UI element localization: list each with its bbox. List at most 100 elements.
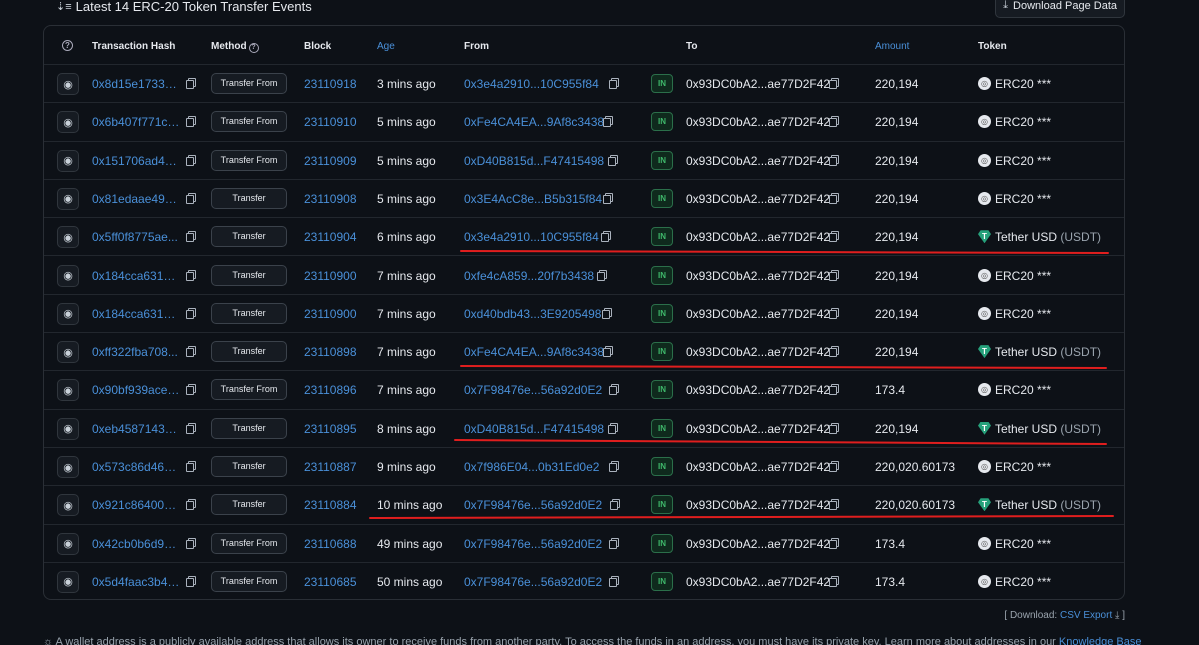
token-link[interactable]: ERC20 *** [995, 154, 1051, 168]
tx-hash-link[interactable]: 0x921c86400c... [92, 498, 180, 512]
copy-to-icon[interactable] [829, 116, 839, 128]
preview-eye-icon[interactable]: ◉ [57, 341, 79, 364]
copy-hash-icon[interactable] [186, 575, 196, 587]
copy-from-icon[interactable] [603, 346, 613, 358]
preview-eye-icon[interactable]: ◉ [57, 187, 79, 210]
copy-hash-icon[interactable] [186, 499, 196, 511]
copy-to-icon[interactable] [829, 537, 839, 549]
copy-to-icon[interactable] [829, 346, 839, 358]
tx-hash-link[interactable]: 0x184cca631a... [92, 269, 180, 283]
help-icon[interactable]: ? [62, 40, 73, 51]
preview-eye-icon[interactable]: ◉ [57, 417, 79, 440]
copy-to-icon[interactable] [829, 575, 839, 587]
copy-from-icon[interactable] [608, 154, 618, 166]
from-address-link[interactable]: 0x7f986E04...0b31Ed0e2 [464, 460, 599, 474]
copy-to-icon[interactable] [829, 384, 839, 396]
copy-to-icon[interactable] [829, 269, 839, 281]
csv-export-link[interactable]: CSV Export [1060, 610, 1112, 621]
block-link[interactable]: 23110884 [304, 498, 357, 512]
copy-hash-icon[interactable] [186, 231, 196, 243]
block-link[interactable]: 23110904 [304, 230, 357, 244]
copy-hash-icon[interactable] [186, 384, 196, 396]
copy-to-icon[interactable] [829, 192, 839, 204]
copy-from-icon[interactable] [609, 461, 619, 472]
token-link[interactable]: Tether USD (USDT) [995, 345, 1101, 359]
tx-hash-link[interactable]: 0x90bf939acef... [92, 383, 180, 397]
copy-to-icon[interactable] [829, 78, 839, 89]
block-link[interactable]: 23110909 [304, 154, 357, 168]
preview-eye-icon[interactable]: ◉ [57, 73, 79, 95]
tx-hash-link[interactable]: 0xff322fba708... [92, 345, 180, 359]
copy-hash-icon[interactable] [186, 307, 196, 319]
preview-eye-icon[interactable]: ◉ [57, 532, 79, 555]
copy-to-icon[interactable] [829, 154, 839, 166]
tx-hash-link[interactable]: 0x81edaae492... [92, 192, 180, 206]
copy-hash-icon[interactable] [186, 116, 196, 128]
copy-to-icon[interactable] [829, 422, 839, 434]
copy-from-icon[interactable] [601, 231, 611, 243]
block-link[interactable]: 23110918 [304, 77, 357, 91]
copy-to-icon[interactable] [829, 461, 839, 472]
copy-from-icon[interactable] [608, 422, 618, 434]
knowledge-base-link[interactable]: Knowledge Base [1059, 636, 1142, 645]
tx-hash-link[interactable]: 0x5ff0f8775ae... [92, 230, 180, 244]
from-address-link[interactable]: 0x3e4a2910...10C955f84 [464, 230, 599, 244]
preview-eye-icon[interactable]: ◉ [57, 379, 79, 402]
token-link[interactable]: ERC20 *** [995, 115, 1051, 129]
tx-hash-link[interactable]: 0x151706ad4c... [92, 154, 180, 168]
token-link[interactable]: ERC20 *** [995, 192, 1051, 206]
copy-from-icon[interactable] [602, 307, 612, 319]
block-link[interactable]: 23110685 [304, 575, 357, 589]
from-address-link[interactable]: 0xFe4CA4EA...9Af8c3438 [464, 115, 604, 129]
copy-hash-icon[interactable] [186, 269, 196, 281]
copy-to-icon[interactable] [829, 307, 839, 319]
from-address-link[interactable]: 0xD40B815d...F47415498 [464, 422, 604, 436]
block-link[interactable]: 23110900 [304, 307, 357, 321]
tx-hash-link[interactable]: 0x42cb0b6d96... [92, 537, 180, 551]
preview-eye-icon[interactable]: ◉ [57, 111, 79, 134]
tx-hash-link[interactable]: 0x184cca631a... [92, 307, 180, 321]
from-address-link[interactable]: 0x7F98476e...56a92d0E2 [464, 498, 602, 512]
block-link[interactable]: 23110910 [304, 115, 357, 129]
preview-eye-icon[interactable]: ◉ [57, 226, 79, 249]
from-address-link[interactable]: 0x7F98476e...56a92d0E2 [464, 537, 602, 551]
tx-hash-link[interactable]: 0x573c86d464f... [92, 460, 180, 474]
from-address-link[interactable]: 0xD40B815d...F47415498 [464, 154, 604, 168]
copy-hash-icon[interactable] [186, 346, 196, 358]
preview-eye-icon[interactable]: ◉ [57, 570, 79, 593]
token-link[interactable]: ERC20 *** [995, 307, 1051, 321]
download-page-data-button[interactable]: ⤓ Download Page Data [995, 0, 1125, 18]
from-address-link[interactable]: 0xFe4CA4EA...9Af8c3438 [464, 345, 604, 359]
tx-hash-link[interactable]: 0x6b407f771c1... [92, 115, 180, 129]
token-link[interactable]: ERC20 *** [995, 269, 1051, 283]
token-link[interactable]: ERC20 *** [995, 537, 1051, 551]
preview-eye-icon[interactable]: ◉ [57, 264, 79, 287]
copy-from-icon[interactable] [603, 116, 613, 128]
preview-eye-icon[interactable]: ◉ [57, 456, 79, 478]
copy-hash-icon[interactable] [186, 154, 196, 166]
copy-from-icon[interactable] [609, 384, 619, 396]
block-link[interactable]: 23110895 [304, 422, 357, 436]
token-link[interactable]: ERC20 *** [995, 575, 1051, 589]
from-address-link[interactable]: 0x3E4AcC8e...B5b315f84 [464, 192, 602, 206]
copy-hash-icon[interactable] [186, 537, 196, 549]
from-address-link[interactable]: 0x7F98476e...56a92d0E2 [464, 575, 602, 589]
from-address-link[interactable]: 0x7F98476e...56a92d0E2 [464, 383, 602, 397]
token-link[interactable]: ERC20 *** [995, 383, 1051, 397]
token-link[interactable]: Tether USD (USDT) [995, 498, 1101, 512]
preview-eye-icon[interactable]: ◉ [57, 149, 79, 172]
copy-hash-icon[interactable] [186, 461, 196, 472]
token-link[interactable]: ERC20 *** [995, 460, 1051, 474]
copy-hash-icon[interactable] [186, 422, 196, 434]
block-link[interactable]: 23110887 [304, 460, 357, 474]
copy-from-icon[interactable] [603, 192, 613, 204]
from-address-link[interactable]: 0xd40bdb43...3E9205498 [464, 307, 601, 321]
from-address-link[interactable]: 0xfe4cA859...20f7b3438 [464, 269, 594, 283]
copy-from-icon[interactable] [597, 269, 607, 281]
tx-hash-link[interactable]: 0x5d4faac3b4f... [92, 575, 180, 589]
col-amount[interactable]: Amount [875, 41, 909, 52]
copy-from-icon[interactable] [609, 575, 619, 587]
copy-from-icon[interactable] [609, 78, 619, 89]
token-link[interactable]: Tether USD (USDT) [995, 230, 1101, 244]
preview-eye-icon[interactable]: ◉ [57, 302, 79, 325]
